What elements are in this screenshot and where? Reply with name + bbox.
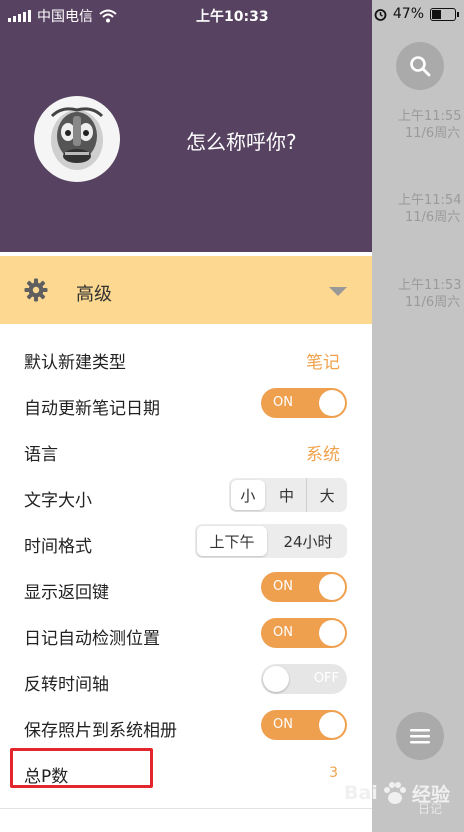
setting-save-photos: 保存照片到系统相册 ON [0, 704, 372, 750]
setting-diary-location: 日记自动检测位置 ON [0, 612, 372, 658]
search-icon [410, 56, 431, 77]
signal-icon [8, 10, 31, 22]
entry-time: 上午11:54 [398, 193, 462, 208]
toggle-knob [319, 620, 345, 646]
watermark-caption: 日记 [418, 802, 443, 816]
text-size-medium[interactable]: 中 [267, 478, 307, 512]
list-item[interactable]: 上午11:54 11/6周六 [398, 192, 464, 226]
setting-label: 日记自动检测位置 [24, 629, 160, 649]
toggle-knob [263, 666, 289, 692]
setting-auto-update-date: 自动更新笔记日期 ON [0, 382, 372, 428]
highlight-box [10, 748, 153, 788]
setting-reverse-timeline: 反转时间轴 OFF [0, 658, 372, 704]
setting-value[interactable]: 笔记 [306, 348, 340, 373]
diary-location-toggle[interactable]: ON [261, 618, 347, 648]
setting-value: 3 [329, 765, 338, 781]
setting-time-format: 时间格式 上下午 24小时 [0, 520, 372, 566]
show-back-toggle[interactable]: ON [261, 572, 347, 602]
watermark: Bai 经验 日记 [344, 778, 450, 816]
paw-icon [383, 782, 406, 804]
avatar[interactable] [34, 96, 120, 182]
battery-icon [430, 7, 459, 21]
list-item[interactable]: 上午11:55 11/6周六 [398, 108, 464, 142]
mask-avatar-icon [50, 107, 104, 170]
setting-label: 自动更新笔记日期 [24, 399, 160, 419]
toggle-state: ON [273, 625, 293, 640]
toggle-knob [319, 390, 345, 416]
entry-date: 11/6周六 [405, 295, 461, 310]
reverse-timeline-toggle[interactable]: OFF [261, 664, 347, 694]
entry-time: 上午11:53 [398, 278, 462, 293]
setting-label: 显示返回键 [24, 583, 109, 603]
text-size-large[interactable]: 大 [306, 478, 347, 512]
toggle-state: OFF [313, 671, 339, 686]
setting-label: 反转时间轴 [24, 675, 109, 695]
time-format-24h[interactable]: 24小时 [269, 524, 347, 558]
setting-default-type[interactable]: 默认新建类型 笔记 [0, 336, 372, 382]
alarm-icon [374, 8, 387, 21]
setting-label: 保存照片到系统相册 [24, 721, 177, 741]
list-item[interactable]: 上午11:53 11/6周六 [398, 277, 464, 311]
auto-update-toggle[interactable]: ON [261, 388, 347, 418]
advanced-label: 高级 [76, 284, 112, 305]
text-size-small[interactable]: 小 [231, 480, 265, 510]
setting-language[interactable]: 语言 系统 [0, 428, 372, 474]
setting-value[interactable]: 系统 [306, 440, 340, 465]
chevron-down-icon[interactable] [329, 287, 347, 296]
divider [0, 808, 372, 809]
entry-time: 上午11:55 [398, 109, 462, 124]
time-format-segmented: 上下午 24小时 [195, 524, 347, 558]
search-button[interactable] [396, 42, 444, 90]
setting-label: 语言 [24, 445, 58, 465]
menu-button[interactable] [396, 712, 444, 760]
toggle-state: ON [273, 395, 293, 410]
save-photos-toggle[interactable]: ON [261, 710, 347, 740]
entry-date: 11/6周六 [405, 126, 461, 141]
setting-label: 时间格式 [24, 537, 92, 557]
toggle-state: ON [273, 579, 293, 594]
entry-date: 11/6周六 [405, 210, 461, 225]
menu-icon [410, 729, 430, 744]
greeting-text[interactable]: 怎么称呼你? [186, 126, 297, 155]
status-bar: 中国电信 上午10:33 47% [0, 0, 464, 30]
status-time: 上午10:33 [196, 9, 269, 25]
toggle-knob [319, 574, 345, 600]
advanced-section-header[interactable] [0, 256, 372, 324]
wifi-icon [99, 9, 117, 23]
text-size-segmented: 小 中 大 [229, 478, 347, 512]
gear-icon [24, 278, 48, 302]
time-format-ampm[interactable]: 上下午 [197, 526, 267, 556]
setting-label: 文字大小 [24, 491, 92, 511]
toggle-knob [319, 712, 345, 738]
battery-percent: 47% [392, 6, 424, 22]
setting-label: 默认新建类型 [24, 353, 126, 373]
carrier-name: 中国电信 [37, 9, 93, 25]
toggle-state: ON [273, 717, 293, 732]
setting-show-back: 显示返回键 ON [0, 566, 372, 612]
setting-text-size: 文字大小 小 中 大 [0, 474, 372, 520]
